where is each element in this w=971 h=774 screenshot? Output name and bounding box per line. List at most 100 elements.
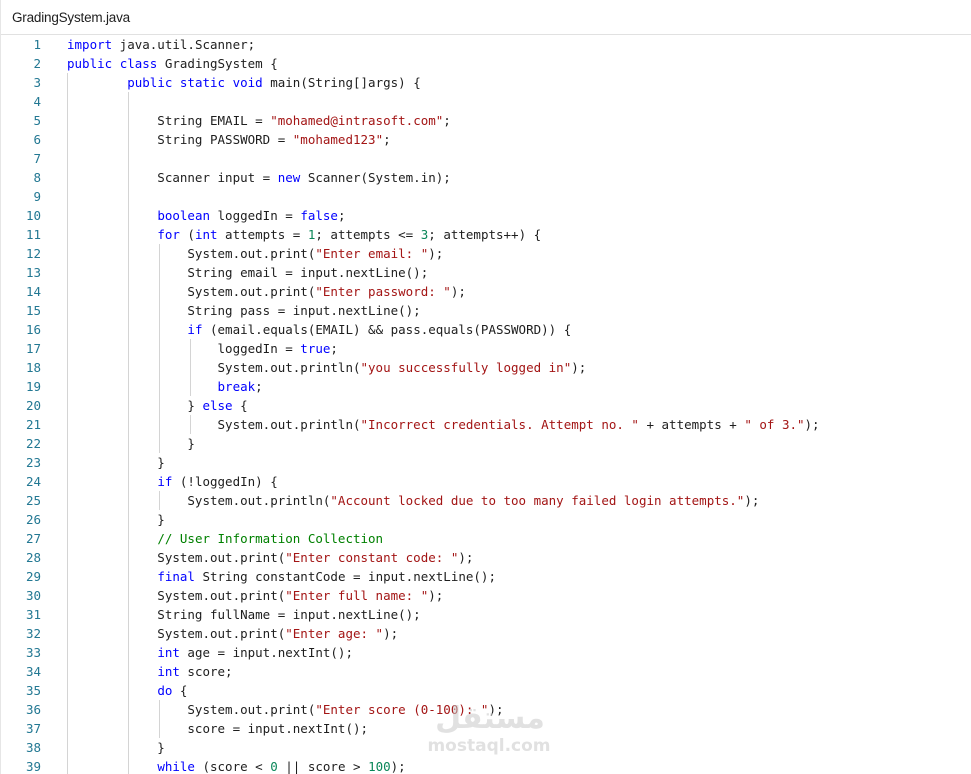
keyword-token: false — [300, 208, 338, 223]
code-line[interactable]: 34 int score; — [1, 662, 971, 681]
line-number: 23 — [25, 455, 41, 470]
line-number: 38 — [25, 740, 41, 755]
line-number: 11 — [25, 227, 41, 242]
code-line[interactable]: 25 System.out.println("Account locked du… — [1, 491, 971, 510]
code-line[interactable]: 2 public class GradingSystem { — [1, 54, 971, 73]
code-line[interactable]: 11 for (int attempts = 1; attempts <= 3;… — [1, 225, 971, 244]
line-number: 32 — [25, 626, 41, 641]
code-text: java.util.Scanner; — [112, 37, 256, 52]
code-content: do { — [67, 681, 187, 700]
code-text: } — [67, 740, 165, 755]
keyword-token: if — [187, 322, 203, 337]
code-line[interactable]: 26 } — [1, 510, 971, 529]
line-number: 17 — [25, 341, 41, 356]
editor-window: GradingSystem.java 1 import java.util.Sca… — [0, 0, 971, 774]
code-text: ); — [804, 417, 820, 432]
code-line[interactable]: 8 Scanner input = new Scanner(System.in)… — [1, 168, 971, 187]
code-line[interactable]: 31 String fullName = input.nextLine(); — [1, 605, 971, 624]
code-line[interactable]: 39 while (score < 0 || score > 100); — [1, 757, 971, 774]
code-text: String constantCode = input.nextLine(); — [194, 569, 496, 584]
code-text: ); — [383, 626, 399, 641]
code-line[interactable]: 12 System.out.print("Enter email: "); — [1, 244, 971, 263]
code-line[interactable]: 23 } — [1, 453, 971, 472]
file-tab[interactable]: GradingSystem.java — [12, 10, 130, 25]
code-editor[interactable]: 1 import java.util.Scanner; 2 public class … — [1, 35, 971, 774]
code-content: public static void main(String[]args) { — [67, 73, 421, 92]
code-text: String PASSWORD = — [67, 132, 293, 147]
code-content: import java.util.Scanner; — [67, 35, 255, 54]
code-line[interactable]: 6 String PASSWORD = "mohamed123"; — [1, 130, 971, 149]
code-line[interactable]: 4 — [1, 92, 971, 111]
code-content: public class GradingSystem { — [67, 54, 278, 73]
code-content: String fullName = input.nextLine(); — [67, 605, 420, 624]
code-line[interactable]: 3 public static void main(String[]args) … — [1, 73, 971, 92]
code-line[interactable]: 28 System.out.print("Enter constant code… — [1, 548, 971, 567]
line-number: 29 — [25, 569, 41, 584]
code-line[interactable]: 1 import java.util.Scanner; — [1, 35, 971, 54]
code-content: if (!loggedIn) { — [67, 472, 277, 491]
code-line[interactable]: 18 System.out.println("you successfully … — [1, 358, 971, 377]
string-token: "mohamed123" — [292, 132, 384, 147]
code-content: // User Information Collection — [67, 529, 383, 548]
code-text: String email = input.nextLine(); — [67, 265, 429, 280]
code-content: } — [67, 738, 165, 757]
code-line[interactable]: 13 String email = input.nextLine(); — [1, 263, 971, 282]
code-line[interactable]: 10 boolean loggedIn = false; — [1, 206, 971, 225]
code-line[interactable]: 19 break; — [1, 377, 971, 396]
code-line[interactable]: 21 System.out.println("Incorrect credent… — [1, 415, 971, 434]
code-content: System.out.println("Account locked due t… — [67, 491, 759, 510]
code-content: } — [67, 434, 195, 453]
code-line[interactable]: 17 loggedIn = true; — [1, 339, 971, 358]
code-content: for (int attempts = 1; attempts <= 3; at… — [67, 225, 541, 244]
line-number: 33 — [25, 645, 41, 660]
code-content: System.out.print("Enter full name: "); — [67, 586, 443, 605]
code-text: Scanner(System.in); — [300, 170, 451, 185]
code-text: GradingSystem { — [157, 56, 278, 71]
code-line[interactable]: 7 — [1, 149, 971, 168]
code-line[interactable]: 36 System.out.print("Enter score (0-100)… — [1, 700, 971, 719]
keyword-token: int — [157, 645, 180, 660]
code-line[interactable]: 9 — [1, 187, 971, 206]
code-line[interactable]: 5 String EMAIL = "mohamed@intrasoft.com"… — [1, 111, 971, 130]
string-token: "Incorrect credentials. Attempt no. " — [360, 417, 639, 432]
code-line[interactable]: 15 String pass = input.nextLine(); — [1, 301, 971, 320]
line-number: 16 — [25, 322, 41, 337]
code-line[interactable]: 35 do { — [1, 681, 971, 700]
keyword-token: int — [157, 664, 180, 679]
code-line[interactable]: 24 if (!loggedIn) { — [1, 472, 971, 491]
code-content: System.out.println("Incorrect credential… — [67, 415, 820, 434]
code-line[interactable]: 16 if (email.equals(EMAIL) && pass.equal… — [1, 320, 971, 339]
code-line[interactable]: 38 } — [1, 738, 971, 757]
code-line[interactable]: 29 final String constantCode = input.nex… — [1, 567, 971, 586]
line-number: 35 — [25, 683, 41, 698]
code-line[interactable]: 22 } — [1, 434, 971, 453]
code-line[interactable]: 37 score = input.nextInt(); — [1, 719, 971, 738]
code-text: System.out.print( — [67, 702, 316, 717]
code-text: ; attempts <= — [315, 227, 421, 242]
code-line[interactable]: 14 System.out.print("Enter password: "); — [1, 282, 971, 301]
code-line[interactable]: 33 int age = input.nextInt(); — [1, 643, 971, 662]
code-text: System.out.print( — [67, 626, 286, 641]
code-text: ( — [179, 227, 195, 242]
code-line[interactable]: 20 } else { — [1, 396, 971, 415]
code-content: System.out.print("Enter constant code: "… — [67, 548, 473, 567]
line-number: 18 — [25, 360, 41, 375]
code-text: loggedIn = — [210, 208, 301, 223]
code-line[interactable]: 30 System.out.print("Enter full name: ")… — [1, 586, 971, 605]
code-text: System.out.println( — [67, 360, 361, 375]
line-number: 8 — [33, 170, 41, 185]
code-text: + attempts + — [638, 417, 745, 432]
code-text: String EMAIL = — [67, 113, 271, 128]
code-line[interactable]: 32 System.out.print("Enter age: "); — [1, 624, 971, 643]
code-text: ); — [744, 493, 760, 508]
code-text: System.out.println( — [67, 417, 361, 432]
code-content: } else { — [67, 396, 247, 415]
code-line[interactable]: 27 // User Information Collection — [1, 529, 971, 548]
